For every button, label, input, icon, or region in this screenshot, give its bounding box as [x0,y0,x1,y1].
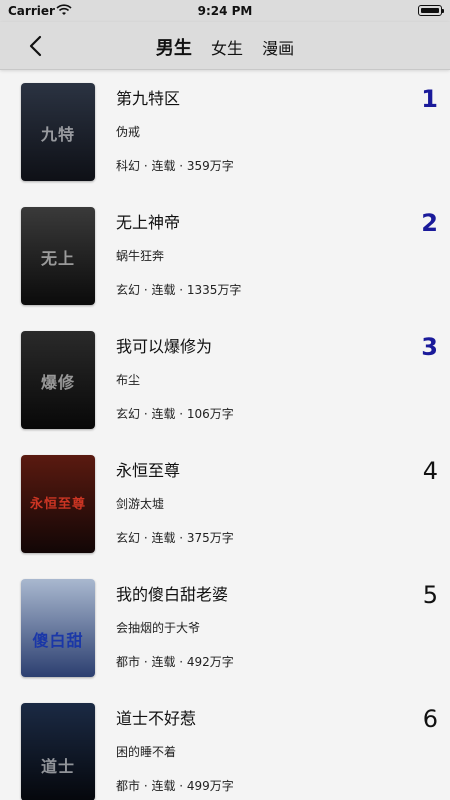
battery-icon [418,5,444,16]
tab-male[interactable]: 男生 [156,34,192,60]
tab-comics[interactable]: 漫画 [262,35,294,59]
cover-title: 爆修 [40,373,75,392]
book-title[interactable]: 我可以爆修为 [116,333,212,357]
cover-title: 道士 [40,757,75,776]
book-author: 蜗牛狂奔 [116,249,165,263]
rank-number: 6 [422,705,438,733]
book-cover[interactable]: 爆修 [21,331,95,429]
list-item[interactable]: 无上 无上神帝 蜗牛狂奔 玄幻 · 连载 · 1335万字 2 [0,195,450,319]
rank-number: 3 [421,333,438,361]
book-author: 伪戒 [116,125,141,139]
book-title[interactable]: 永恒至尊 [116,457,180,481]
list-item[interactable]: 爆修 我可以爆修为 布尘 玄幻 · 连载 · 106万字 3 [0,319,450,443]
category-tabs: 男生 女生 漫画 [0,34,450,60]
rank-number: 5 [422,581,438,609]
list-item[interactable]: 九特 第九特区 伪戒 科幻 · 连载 · 359万字 1 [0,71,450,195]
clock: 9:24 PM [197,4,253,18]
cover-title: 无上 [40,249,75,268]
book-meta: 科幻 · 连载 · 359万字 [116,159,234,173]
rank-number: 2 [421,209,438,237]
book-meta: 都市 · 连载 · 492万字 [116,655,234,669]
book-cover[interactable]: 傻白甜 [21,579,95,677]
book-title[interactable]: 无上神帝 [116,209,180,233]
book-meta: 玄幻 · 连载 · 375万字 [116,531,234,545]
book-cover[interactable]: 无上 [21,207,95,305]
book-cover[interactable]: 永恒至尊 [21,455,95,553]
rank-number: 1 [421,85,438,113]
book-meta: 玄幻 · 连载 · 1335万字 [116,283,242,297]
book-title[interactable]: 道士不好惹 [116,705,196,729]
book-author: 会抽烟的于大爷 [116,621,201,635]
book-title[interactable]: 我的傻白甜老婆 [116,581,228,605]
nav-bar: 男生 女生 漫画 [0,22,450,70]
book-meta: 玄幻 · 连载 · 106万字 [116,407,234,421]
book-title[interactable]: 第九特区 [116,85,180,109]
list-item[interactable]: 傻白甜 我的傻白甜老婆 会抽烟的于大爷 都市 · 连载 · 492万字 5 [0,567,450,691]
list-item[interactable]: 道士 道士不好惹 困的睡不着 都市 · 连载 · 499万字 6 [0,691,450,800]
rank-number: 4 [422,457,438,485]
list-item[interactable]: 永恒至尊 永恒至尊 剑游太墟 玄幻 · 连载 · 375万字 4 [0,443,450,567]
tab-female[interactable]: 女生 [211,35,243,59]
book-author: 困的睡不着 [116,745,177,759]
cover-title: 傻白甜 [32,631,84,650]
cover-title: 九特 [40,125,75,144]
book-cover[interactable]: 九特 [21,83,95,181]
book-cover[interactable]: 道士 [21,703,95,800]
cover-title: 永恒至尊 [29,497,86,512]
book-author: 剑游太墟 [116,497,165,511]
book-ranking-list: 九特 第九特区 伪戒 科幻 · 连载 · 359万字 1 无上 无上神帝 蜗牛狂… [0,71,450,800]
book-meta: 都市 · 连载 · 499万字 [116,779,234,793]
book-author: 布尘 [116,373,141,387]
status-bar: Carrier 9:24 PM [0,0,450,22]
